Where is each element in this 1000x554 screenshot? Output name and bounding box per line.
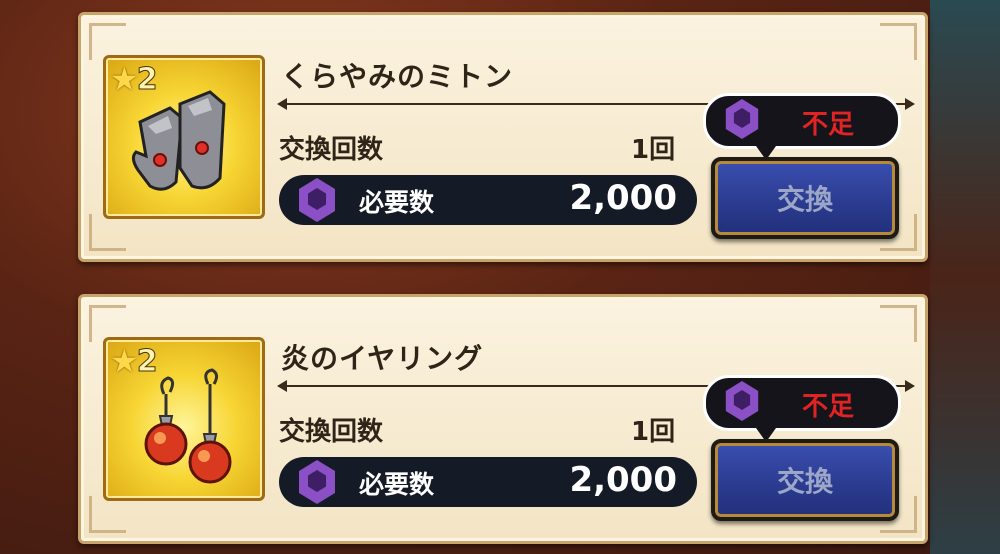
corner-ornament	[880, 305, 917, 342]
exchange-count-label: 交換回数	[279, 135, 384, 165]
required-cost-bar: 必要数 2,000	[279, 457, 697, 507]
exchange-count-value: 1回	[631, 135, 676, 165]
exchange-button[interactable]: 交換	[711, 157, 899, 239]
required-value: 2,000	[569, 178, 677, 218]
exchange-item-card: ★ 2 くらやみのミトン 交換回数 1回 必要数 2,000 不足 交換	[78, 12, 928, 262]
item-thumbnail[interactable]: ★ 2	[103, 55, 265, 219]
exchange-item-card: ★ 2 炎のイヤリング 交換回数 1回 必要数 2,000 不足 交換	[78, 294, 928, 544]
exchange-button-label: 交換	[776, 465, 833, 498]
corner-ornament	[89, 214, 126, 251]
required-label: 必要数	[359, 470, 435, 499]
corner-ornament	[880, 23, 917, 60]
required-value: 2,000	[569, 460, 677, 500]
required-cost-bar: 必要数 2,000	[279, 175, 697, 225]
corner-ornament	[89, 496, 126, 533]
background-right	[930, 0, 1000, 554]
item-thumbnail[interactable]: ★ 2	[103, 337, 265, 501]
gauntlets-icon	[131, 90, 226, 191]
insufficient-tooltip: 不足	[703, 375, 901, 442]
insufficient-label: 不足	[802, 110, 855, 140]
medal-gem-icon	[299, 460, 335, 504]
exchange-count-value: 1回	[631, 417, 676, 447]
medal-gem-icon	[725, 99, 759, 139]
item-name: 炎のイヤリング	[281, 342, 484, 375]
item-name: くらやみのミトン	[281, 60, 514, 93]
earrings-icon	[144, 368, 232, 484]
medal-gem-icon	[299, 178, 335, 222]
exchange-count-label: 交換回数	[279, 417, 384, 447]
exchange-button[interactable]: 交換	[711, 439, 899, 521]
insufficient-label: 不足	[802, 392, 855, 422]
required-label: 必要数	[359, 188, 435, 217]
exchange-button-label: 交換	[776, 183, 833, 216]
insufficient-tooltip: 不足	[703, 93, 901, 160]
medal-gem-icon	[725, 381, 759, 421]
